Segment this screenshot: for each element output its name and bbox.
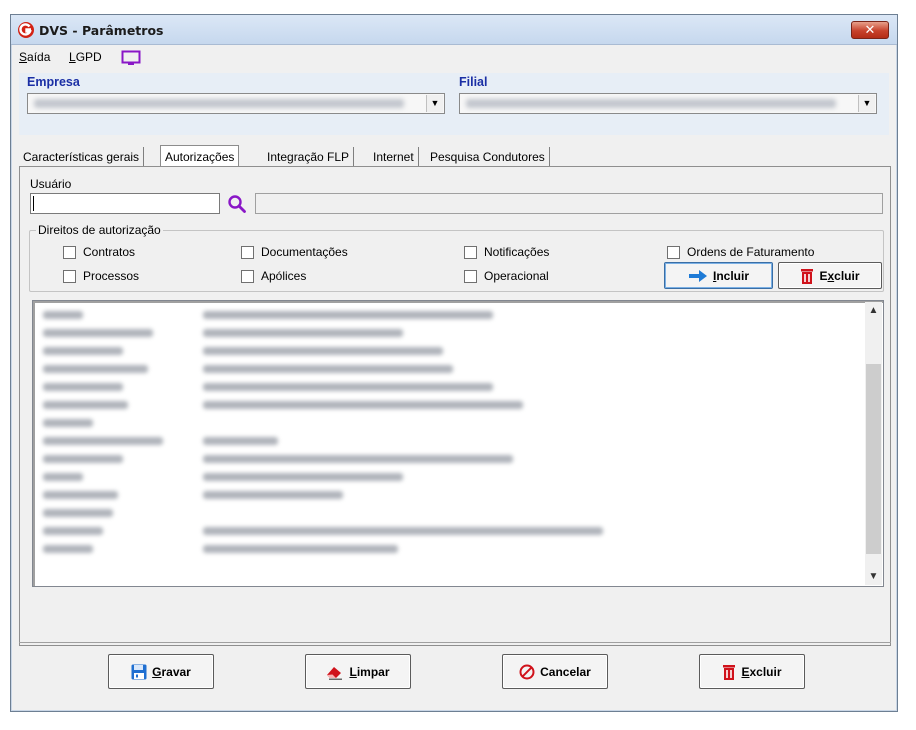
filial-select[interactable]: ▼ bbox=[459, 93, 877, 114]
gravar-label: Gravar bbox=[152, 664, 191, 679]
usuario-label: Usuário bbox=[30, 177, 72, 191]
tab-caracteristicas-gerais[interactable]: Características gerais bbox=[19, 147, 145, 167]
direitos-groupbox: Direitos de autorização Contratos Proces… bbox=[29, 223, 884, 292]
arrow-right-icon bbox=[688, 269, 707, 282]
menu-saida[interactable]: Saída bbox=[19, 50, 50, 64]
checkbox-apolices-label: Apólices bbox=[261, 269, 307, 283]
menu-lgpd[interactable]: LGPD bbox=[69, 50, 102, 64]
cancelar-button[interactable]: Cancelar bbox=[502, 654, 608, 689]
parametros-window: DVS - Parâmetros ✕ Saída LGPD Empresa Fi… bbox=[10, 14, 898, 712]
vertical-scrollbar[interactable]: ▲ ▼ bbox=[865, 302, 882, 585]
chevron-down-icon[interactable]: ▼ bbox=[858, 95, 875, 112]
direitos-title: Direitos de autorização bbox=[36, 223, 163, 237]
usuario-code-input[interactable] bbox=[30, 193, 220, 214]
incluir-label: Incluir bbox=[712, 268, 749, 283]
excluir-button[interactable]: Excluir bbox=[699, 654, 805, 689]
checkbox-documentacoes-label: Documentações bbox=[261, 245, 348, 259]
checkbox-box[interactable] bbox=[63, 270, 76, 283]
usuario-name-display bbox=[255, 193, 883, 214]
checkbox-box[interactable] bbox=[464, 246, 477, 259]
checkbox-operacional-label: Operacional bbox=[484, 269, 549, 283]
excluir-autorizacao-label: Excluir bbox=[819, 268, 860, 283]
search-icon[interactable] bbox=[227, 194, 247, 214]
tab-integracao-flp[interactable]: Integração FLP bbox=[263, 147, 355, 167]
chevron-down-icon[interactable]: ▼ bbox=[426, 95, 443, 112]
tab-autorizacoes[interactable]: Autorizações bbox=[160, 145, 240, 167]
autorizacoes-panel: Usuário Direitos de autorização Contrato… bbox=[19, 166, 891, 646]
menu-saida-label: aída bbox=[27, 50, 51, 64]
cancelar-label: Cancelar bbox=[540, 664, 591, 679]
tab-internet[interactable]: Internet bbox=[369, 147, 419, 167]
footer-divider bbox=[19, 642, 891, 643]
scroll-up-icon[interactable]: ▲ bbox=[865, 302, 882, 319]
excluir-autorizacao-button[interactable]: Excluir bbox=[778, 262, 882, 289]
excluir-label: Excluir bbox=[741, 664, 782, 679]
text-caret bbox=[33, 196, 34, 211]
checkbox-box[interactable] bbox=[241, 246, 254, 259]
limpar-label: Limpar bbox=[349, 664, 390, 679]
menu-saida-accel: S bbox=[19, 50, 28, 64]
scroll-down-icon[interactable]: ▼ bbox=[865, 568, 882, 585]
checkbox-ordens-label: Ordens de Faturamento bbox=[687, 245, 815, 259]
limpar-button[interactable]: Limpar bbox=[305, 654, 411, 689]
floppy-disk-icon bbox=[131, 664, 147, 679]
trash-icon bbox=[801, 268, 814, 284]
monitor-icon[interactable] bbox=[121, 50, 141, 66]
incluir-button[interactable]: Incluir bbox=[664, 262, 773, 289]
app-logo-icon bbox=[18, 22, 34, 38]
tab-pesquisa-condutores[interactable]: Pesquisa Condutores bbox=[426, 147, 550, 167]
checkbox-box[interactable] bbox=[63, 246, 76, 259]
checkbox-box[interactable] bbox=[464, 270, 477, 283]
checkbox-notificacoes-label: Notificações bbox=[484, 245, 550, 259]
autorizacoes-list[interactable]: ▲ ▼ bbox=[32, 300, 884, 587]
gravar-button[interactable]: Gravar bbox=[108, 654, 214, 689]
scroll-thumb[interactable] bbox=[866, 364, 881, 554]
checkbox-contratos-label: Contratos bbox=[83, 245, 136, 259]
empresa-label: Empresa bbox=[27, 75, 80, 89]
filial-label: Filial bbox=[459, 75, 488, 89]
empresa-value-redacted bbox=[34, 99, 404, 108]
menu-lgpd-accel: L bbox=[69, 50, 76, 64]
menu-lgpd-label: GPD bbox=[75, 50, 102, 64]
checkbox-processos-label: Processos bbox=[83, 269, 140, 283]
close-button[interactable]: ✕ bbox=[851, 21, 889, 39]
eraser-icon bbox=[327, 666, 343, 680]
window-title: DVS - Parâmetros bbox=[39, 23, 164, 38]
empresa-select[interactable]: ▼ bbox=[27, 93, 445, 114]
trash-icon bbox=[723, 664, 736, 680]
checkbox-box[interactable] bbox=[667, 246, 680, 259]
checkbox-box[interactable] bbox=[241, 270, 254, 283]
cancel-icon bbox=[519, 664, 535, 679]
empresa-filial-band: Empresa Filial ▼ ▼ bbox=[19, 73, 889, 135]
title-bar: DVS - Parâmetros ✕ bbox=[11, 15, 897, 45]
filial-value-redacted bbox=[466, 99, 836, 108]
